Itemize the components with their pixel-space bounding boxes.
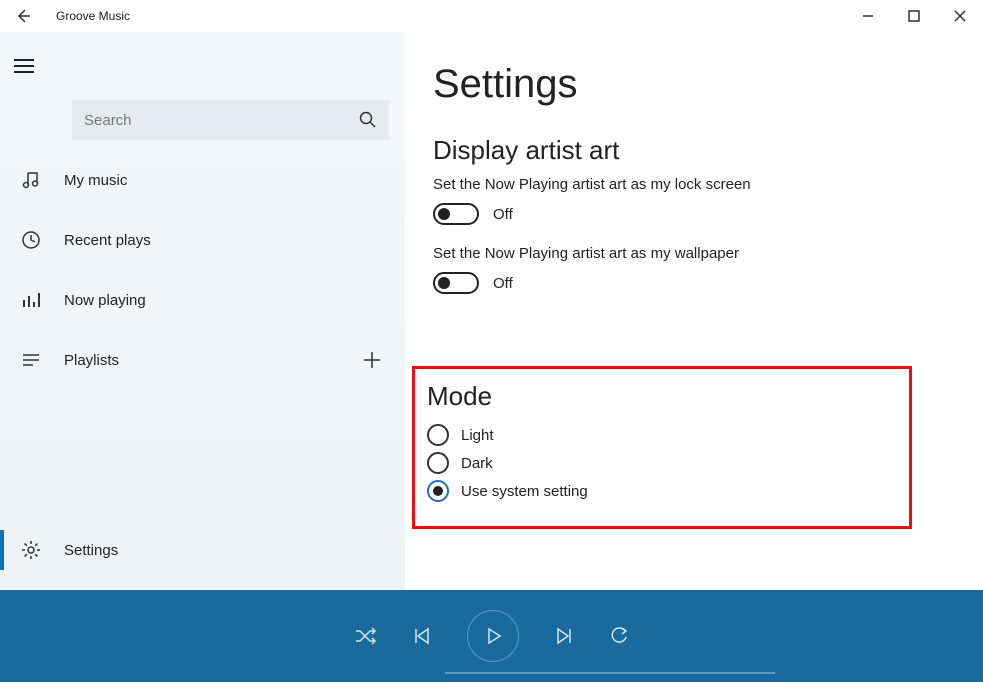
sidebar-item-label: Playlists xyxy=(64,352,119,369)
search-box[interactable] xyxy=(72,100,389,140)
mode-radio-system[interactable]: Use system setting xyxy=(427,480,909,502)
page-title: Settings xyxy=(433,62,983,107)
plus-icon xyxy=(363,351,381,369)
search-input[interactable] xyxy=(84,112,359,129)
radio-icon-selected xyxy=(427,480,449,502)
radio-label: Dark xyxy=(461,455,493,472)
radio-label: Light xyxy=(461,427,494,444)
add-playlist-button[interactable] xyxy=(363,351,381,369)
wallpaper-toggle[interactable] xyxy=(433,272,479,294)
lockscreen-toggle[interactable] xyxy=(433,203,479,225)
arrow-left-icon xyxy=(15,8,31,24)
hamburger-icon xyxy=(14,58,34,74)
sidebar-item-label: Now playing xyxy=(64,292,146,309)
sidebar-item-label: My music xyxy=(64,172,127,189)
titlebar: Groove Music xyxy=(0,0,983,32)
maximize-button[interactable] xyxy=(891,0,937,32)
lockscreen-label: Set the Now Playing artist art as my loc… xyxy=(433,176,983,193)
wallpaper-toggle-state: Off xyxy=(493,275,513,292)
sidebar-item-my-music[interactable]: My music xyxy=(0,150,405,210)
equalizer-icon xyxy=(20,289,42,311)
mode-radio-dark[interactable]: Dark xyxy=(427,452,909,474)
maximize-icon xyxy=(908,10,920,22)
mode-heading: Mode xyxy=(427,381,909,412)
app-title: Groove Music xyxy=(46,9,130,23)
previous-button[interactable] xyxy=(413,627,431,645)
search-icon xyxy=(359,111,377,129)
playlist-icon xyxy=(20,349,42,371)
window-controls xyxy=(845,0,983,32)
minimize-button[interactable] xyxy=(845,0,891,32)
sidebar-item-label: Settings xyxy=(64,542,118,559)
mode-section-highlight: Mode Light Dark Use system setting xyxy=(412,366,912,529)
wallpaper-toggle-row: Off xyxy=(433,272,983,294)
lockscreen-toggle-state: Off xyxy=(493,206,513,223)
toggle-knob xyxy=(438,277,450,289)
sidebar-item-settings[interactable]: Settings xyxy=(0,520,405,580)
skip-next-icon xyxy=(555,627,573,645)
shuffle-icon xyxy=(355,627,377,645)
wallpaper-label: Set the Now Playing artist art as my wal… xyxy=(433,245,983,262)
artist-art-heading: Display artist art xyxy=(433,135,983,166)
skip-previous-icon xyxy=(413,627,431,645)
play-icon xyxy=(483,626,503,646)
repeat-icon xyxy=(609,626,629,646)
next-button[interactable] xyxy=(555,627,573,645)
sidebar-item-now-playing[interactable]: Now playing xyxy=(0,270,405,330)
clock-icon xyxy=(20,229,42,251)
mode-radio-light[interactable]: Light xyxy=(427,424,909,446)
play-button[interactable] xyxy=(467,610,519,662)
hamburger-button[interactable] xyxy=(0,42,48,90)
sidebar-item-label: Recent plays xyxy=(64,232,151,249)
toggle-knob xyxy=(438,208,450,220)
radio-icon xyxy=(427,424,449,446)
sidebar: My music Recent plays Now playing Playli… xyxy=(0,32,405,590)
sidebar-item-recent-plays[interactable]: Recent plays xyxy=(0,210,405,270)
sidebar-item-playlists[interactable]: Playlists xyxy=(0,330,405,390)
radio-label: Use system setting xyxy=(461,483,588,500)
gear-icon xyxy=(20,539,42,561)
radio-icon xyxy=(427,452,449,474)
nav-list: My music Recent plays Now playing Playli… xyxy=(0,150,405,520)
back-button[interactable] xyxy=(0,0,46,32)
progress-bar[interactable] xyxy=(445,672,775,674)
shuffle-button[interactable] xyxy=(355,627,377,645)
repeat-button[interactable] xyxy=(609,626,629,646)
close-icon xyxy=(954,10,966,22)
lockscreen-toggle-row: Off xyxy=(433,203,983,225)
minimize-icon xyxy=(862,10,874,22)
close-button[interactable] xyxy=(937,0,983,32)
music-note-icon xyxy=(20,169,42,191)
player-bar xyxy=(0,590,983,682)
player-controls xyxy=(355,610,629,662)
